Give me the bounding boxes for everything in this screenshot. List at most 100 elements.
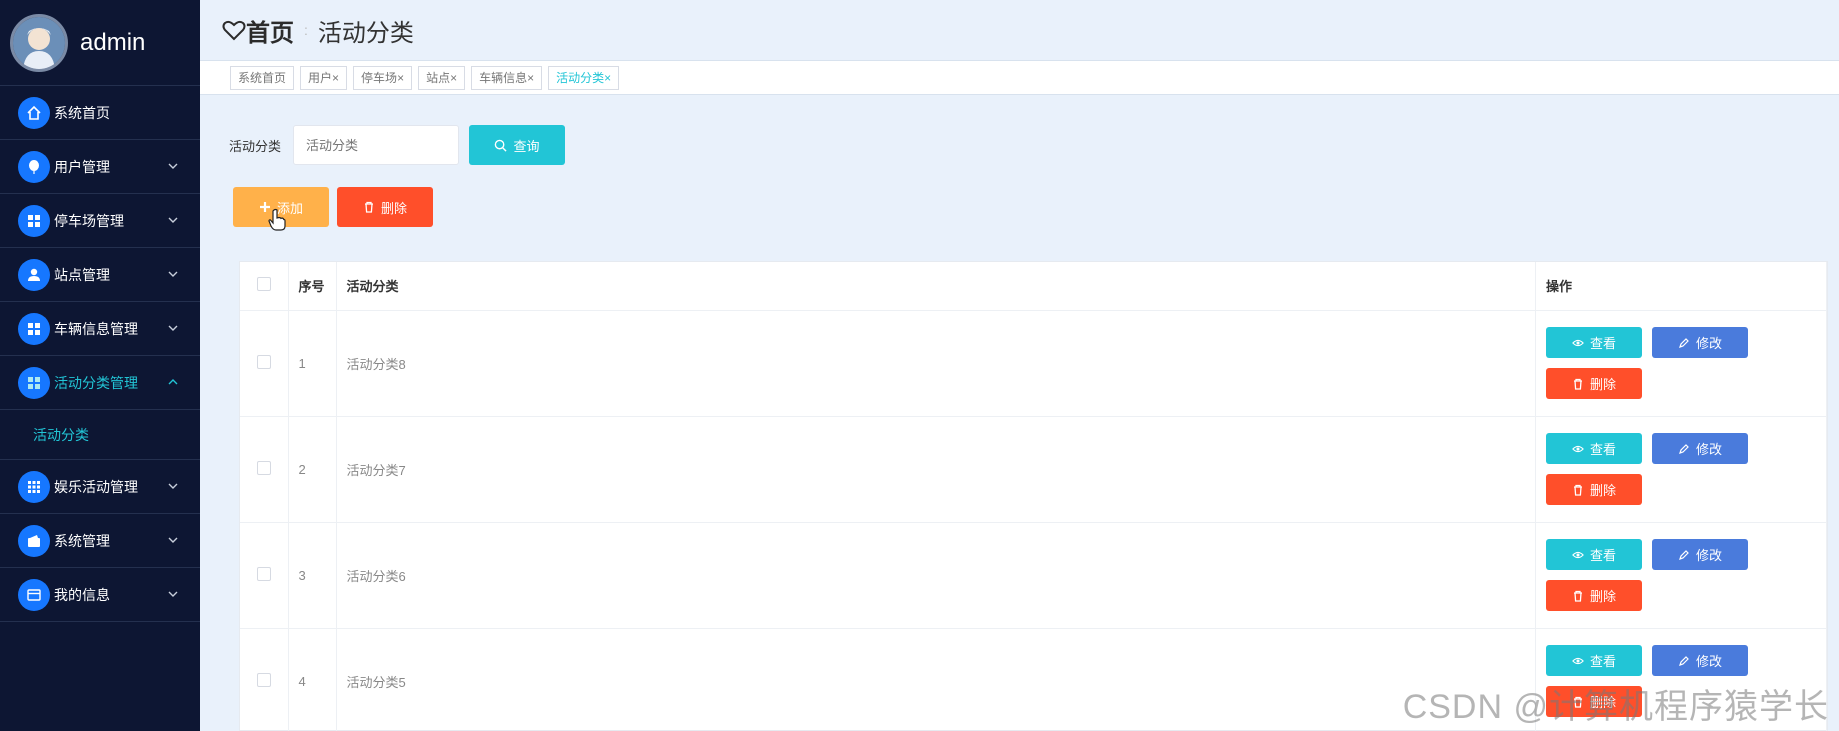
row-check-cell <box>240 416 289 523</box>
view-button-label: 查看 <box>1589 442 1616 457</box>
avatar-image <box>13 16 65 69</box>
close-icon[interactable]: × <box>527 71 534 85</box>
page-title: 活动分类 <box>317 19 414 47</box>
query-button-label: 查询 <box>513 138 540 154</box>
chevron-up-icon <box>168 379 178 385</box>
sidebar-item-label: 系统管理 <box>54 532 110 549</box>
home-icon <box>18 96 50 129</box>
delete-button[interactable]: 删除 <box>1546 580 1642 611</box>
breadcrumb: 首页 : 活动分类 <box>200 0 1839 61</box>
sidebar-item-my-info[interactable]: 我的信息 <box>0 568 200 622</box>
tag-bar: 系统首页 用户 × 停车场 × 站点 × 车辆信息 × 活动分类 × <box>200 61 1839 95</box>
edit-button[interactable]: 修改 <box>1652 539 1748 570</box>
row-category: 活动分类6 <box>336 522 1536 629</box>
eye-icon <box>1572 445 1584 452</box>
sidebar-item-stations[interactable]: 站点管理 <box>0 248 200 302</box>
delete-button[interactable]: 删除 <box>1546 474 1642 505</box>
row-category: 活动分类5 <box>336 628 1536 731</box>
view-button[interactable]: 查看 <box>1546 433 1642 464</box>
trash-icon <box>1573 484 1582 496</box>
brand-name: admin <box>80 28 146 56</box>
trash-icon <box>1573 590 1582 602</box>
select-all-checkbox[interactable] <box>256 277 271 292</box>
search-input[interactable] <box>293 125 459 165</box>
sidebar-item-label: 用户管理 <box>54 158 110 175</box>
tag-users[interactable]: 用户 × <box>300 65 348 90</box>
sidebar-item-home[interactable]: 系统首页 <box>0 86 200 140</box>
row-index: 1 <box>288 310 337 417</box>
view-button[interactable]: 查看 <box>1546 645 1642 676</box>
eye-icon <box>1572 657 1584 664</box>
close-icon[interactable]: × <box>397 71 404 85</box>
sidebar-item-parking[interactable]: 停车场管理 <box>0 194 200 248</box>
chevron-down-icon <box>168 591 178 597</box>
table-row: 1 活动分类8 查看 修改 删除 <box>240 310 1827 417</box>
sidebar-item-system[interactable]: 系统管理 <box>0 514 200 568</box>
row-index: 4 <box>288 628 337 731</box>
delete-button-label: 删除 <box>1589 589 1616 604</box>
eye-icon <box>1572 339 1584 346</box>
row-checkbox[interactable] <box>256 354 271 369</box>
watermark: CSDN @计算机程序猿学长 <box>1402 688 1829 726</box>
row-index: 2 <box>288 416 337 523</box>
wallet-icon <box>18 524 50 557</box>
delete-button[interactable]: 删除 <box>1546 368 1642 399</box>
view-button[interactable]: 查看 <box>1546 327 1642 358</box>
grid-icon <box>18 204 50 237</box>
edit-button[interactable]: 修改 <box>1652 645 1748 676</box>
sidebar-item-label: 娱乐活动管理 <box>54 478 138 495</box>
edit-icon <box>1679 549 1689 560</box>
sidebar-item-entertainment[interactable]: 娱乐活动管理 <box>0 460 200 514</box>
tag-stations[interactable]: 站点 × <box>418 65 466 90</box>
sidebar-item-vehicles[interactable]: 车辆信息管理 <box>0 302 200 356</box>
tag-vehicles[interactable]: 车辆信息 × <box>471 65 543 90</box>
breadcrumb-home[interactable]: 首页 <box>222 13 294 48</box>
avatar[interactable] <box>10 13 68 72</box>
sidebar-item-label: 系统首页 <box>54 104 110 121</box>
submenu-item-activity-category[interactable]: 活动分类 <box>0 410 200 460</box>
tag-activity-category[interactable]: 活动分类 × <box>548 65 620 90</box>
row-index: 3 <box>288 522 337 629</box>
sidebar-item-label: 活动分类管理 <box>54 374 138 391</box>
edit-button[interactable]: 修改 <box>1652 433 1748 464</box>
view-button-label: 查看 <box>1589 548 1616 563</box>
breadcrumb-home-label: 首页 <box>246 19 294 47</box>
apps-icon <box>18 470 50 503</box>
tag-home[interactable]: 系统首页 <box>230 65 295 90</box>
row-checkbox[interactable] <box>256 566 271 581</box>
grid-icon <box>18 312 50 345</box>
breadcrumb-separator: : <box>304 22 308 38</box>
user-icon <box>18 258 50 291</box>
row-checkbox[interactable] <box>256 672 271 687</box>
view-button-label: 查看 <box>1589 654 1616 669</box>
row-category: 活动分类7 <box>336 416 1536 523</box>
row-check-cell <box>240 628 289 731</box>
chevron-down-icon <box>168 217 178 223</box>
view-button[interactable]: 查看 <box>1546 539 1642 570</box>
query-button[interactable]: 查询 <box>469 125 565 165</box>
edit-button[interactable]: 修改 <box>1652 327 1748 358</box>
row-check-cell <box>240 522 289 629</box>
edit-icon <box>1679 655 1689 666</box>
edit-icon <box>1679 337 1689 348</box>
close-icon[interactable]: × <box>604 71 611 85</box>
card-icon <box>18 578 50 611</box>
close-icon[interactable]: × <box>450 71 457 85</box>
balloon-icon <box>18 150 50 183</box>
sidebar: admin 系统首页 用户管理 停车场管理 站点管理 车辆信息管理 活动分类管理… <box>0 0 200 731</box>
tag-label: 停车场 <box>361 71 398 85</box>
tag-parking[interactable]: 停车场 × <box>353 65 413 90</box>
close-icon[interactable]: × <box>332 71 339 85</box>
row-checkbox[interactable] <box>256 460 271 475</box>
edit-button-label: 修改 <box>1695 442 1722 457</box>
batch-delete-button-label: 删除 <box>380 200 407 216</box>
tag-label: 车辆信息 <box>479 71 528 85</box>
search-form: 活动分类 查询 <box>229 125 565 165</box>
sidebar-item-activity-categories[interactable]: 活动分类管理 <box>0 356 200 410</box>
heart-icon <box>222 20 246 41</box>
row-ops: 查看 修改 删除 <box>1535 522 1827 629</box>
sidebar-item-users[interactable]: 用户管理 <box>0 140 200 194</box>
table-header-row: 序号 活动分类 操作 <box>240 262 1827 311</box>
submenu-item-label: 活动分类 <box>33 426 89 443</box>
batch-delete-button[interactable]: 删除 <box>337 187 433 227</box>
